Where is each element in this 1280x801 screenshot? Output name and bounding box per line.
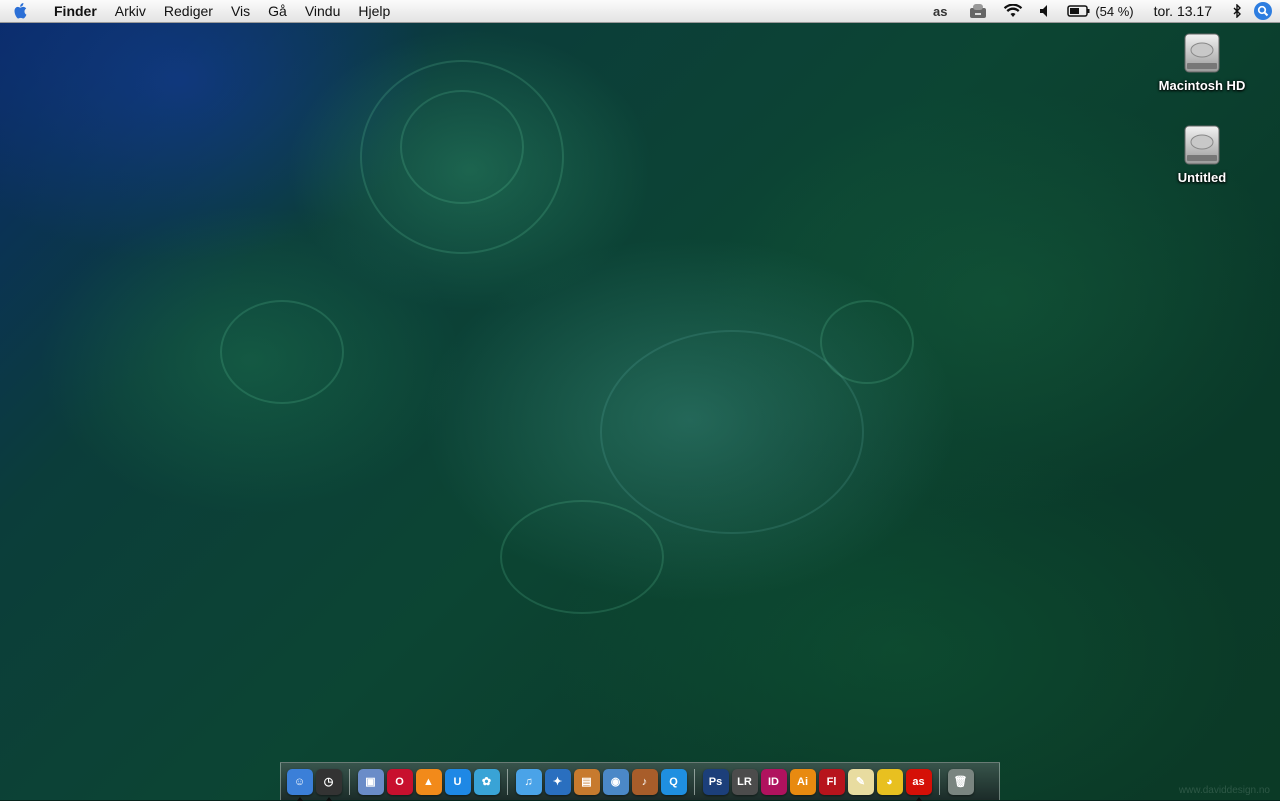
hard-drive-icon	[1181, 32, 1223, 74]
dock-photoshop-icon[interactable]: Ps	[702, 768, 729, 795]
dock-itunes-icon[interactable]: ♫	[515, 768, 542, 795]
battery-percent[interactable]: (54 %)	[1093, 0, 1141, 22]
dock-opera-icon[interactable]: O	[386, 768, 413, 795]
menu-vis[interactable]: Vis	[222, 0, 259, 22]
dock-messenger-icon[interactable]: ✿	[473, 768, 500, 795]
desktop-icon-label: Untitled	[1177, 170, 1227, 185]
dock-dashboard-icon[interactable]: ◷	[315, 768, 342, 801]
desktop-icon-untitled[interactable]: Untitled	[1147, 124, 1257, 185]
menu-ga[interactable]: Gå	[259, 0, 296, 22]
volume-icon[interactable]	[1031, 0, 1059, 22]
spotlight-icon[interactable]	[1254, 2, 1272, 20]
dock-lightroom-icon[interactable]: LR	[731, 768, 758, 795]
desktop-wallpaper	[0, 0, 1280, 800]
dock-quicktime-icon[interactable]: Q	[660, 768, 687, 795]
dock-trash-icon[interactable]: 🗑	[947, 768, 974, 795]
tray-icon[interactable]	[961, 0, 995, 22]
menu-hjelp[interactable]: Hjelp	[349, 0, 399, 22]
menu-rediger[interactable]: Rediger	[155, 0, 222, 22]
dock-vlc-icon[interactable]: ▲	[415, 768, 442, 795]
svg-text:as: as	[933, 5, 947, 17]
dock-preview-icon[interactable]: ▣	[357, 768, 384, 795]
apple-menu-icon[interactable]	[0, 0, 42, 22]
dock-indesign-icon[interactable]: ID	[760, 768, 787, 795]
dock-lastfm-icon[interactable]: as	[905, 768, 932, 801]
dock-separator	[939, 768, 940, 795]
dock-finder-icon[interactable]: ☺	[286, 768, 313, 801]
lastfm-icon[interactable]: as	[925, 0, 961, 22]
dock-illustrator-icon[interactable]: Ai	[789, 768, 816, 795]
dock-separator	[694, 768, 695, 795]
hard-drive-icon	[1181, 124, 1223, 166]
watermark: www.daviddesign.no	[1178, 785, 1270, 796]
desktop-icon-macintosh-hd[interactable]: Macintosh HD	[1147, 32, 1257, 93]
menu-vindu[interactable]: Vindu	[296, 0, 350, 22]
dock-adium-icon[interactable]: ◕	[876, 768, 903, 795]
bluetooth-icon[interactable]	[1224, 0, 1250, 22]
dock-separator	[349, 768, 350, 795]
battery-icon[interactable]	[1059, 0, 1093, 22]
dock-imovie-icon[interactable]: ✦	[544, 768, 571, 795]
dock-flash-icon[interactable]: Fl	[818, 768, 845, 795]
dock-iphoto-icon[interactable]: ▤	[573, 768, 600, 795]
dock-separator	[507, 768, 508, 795]
menu-finder[interactable]: Finder	[42, 0, 106, 22]
dock-feather-icon[interactable]: ✎	[847, 768, 874, 795]
menu-bar: Finder Arkiv Rediger Vis Gå Vindu Hjelp …	[0, 0, 1280, 23]
desktop-icon-label: Macintosh HD	[1158, 78, 1246, 93]
menu-arkiv[interactable]: Arkiv	[106, 0, 155, 22]
dock-garageband-icon[interactable]: ♪	[631, 768, 658, 795]
dock-wunderlist-icon[interactable]: U	[444, 768, 471, 795]
clock[interactable]: tor. 13.17	[1142, 0, 1224, 22]
wifi-icon[interactable]	[995, 0, 1031, 22]
dock-idvd-icon[interactable]: ◉	[602, 768, 629, 795]
dock: ☺ ◷ ▣ O ▲ U ✿ ♫ ✦ ▤ ◉ ♪ Q Ps LR ID Ai Fl ✎ ◕ as 🗑	[280, 762, 1000, 801]
